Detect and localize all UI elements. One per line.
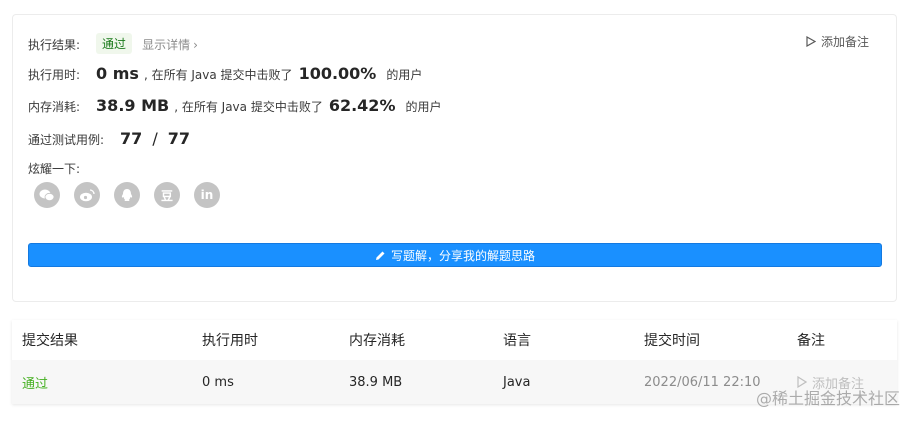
douban-icon[interactable]: 豆 — [154, 182, 180, 208]
qq-glyph — [121, 189, 133, 201]
show-details-link[interactable]: 显示详情 › — [142, 36, 198, 53]
table-header: 提交结果 执行用时 内存消耗 语言 提交时间 备注 — [12, 320, 897, 360]
row-runtime: 0 ms — [202, 374, 234, 390]
share-label: 炫耀一下: — [28, 162, 81, 176]
runtime-percent: 100.00% — [298, 64, 377, 83]
qq-icon[interactable] — [114, 182, 140, 208]
tests-label: 通过测试用例: — [28, 133, 105, 147]
memory-suffix: 的用户 — [405, 100, 442, 114]
linkedin-icon[interactable]: in — [194, 182, 220, 208]
runtime-value: 0 ms — [96, 64, 139, 83]
share-icons: 豆 in — [34, 182, 220, 208]
memory-percent: 62.42% — [328, 96, 396, 115]
memory-value: 38.9 MB — [96, 96, 170, 115]
header-memory: 内存消耗 — [349, 333, 405, 349]
header-time: 提交时间 — [644, 333, 700, 349]
chevron-right-icon: › — [193, 38, 198, 52]
header-note: 备注 — [797, 333, 825, 349]
tests-passed: 77 — [120, 129, 143, 148]
weibo-glyph — [80, 188, 95, 201]
runtime-label: 执行用时: — [28, 68, 81, 82]
result-row: 执行结果: 通过 显示详情 › — [28, 33, 198, 55]
row-status-link[interactable]: 通过 — [22, 360, 48, 404]
row-time: 2022/06/11 22:10 — [644, 374, 761, 390]
runtime-beat-text: , 在所有 Java 提交中击败了 — [143, 68, 293, 82]
tests-separator: / — [152, 129, 158, 148]
tests-row: 通过测试用例: 77 / 77 — [28, 129, 190, 148]
memory-beat-text: , 在所有 Java 提交中击败了 — [174, 100, 323, 114]
share-row: 炫耀一下: — [28, 160, 80, 177]
show-details-label: 显示详情 — [142, 38, 191, 52]
submission-result-card: 执行结果: 通过 显示详情 › 添加备注 执行用时: 0 ms , 在所有 Jav… — [12, 14, 897, 302]
memory-row: 内存消耗: 38.9 MB , 在所有 Java 提交中击败了 62.42% 的… — [28, 96, 441, 115]
row-memory: 38.9 MB — [349, 374, 403, 390]
write-solution-label: 写题解，分享我的解题思路 — [390, 248, 535, 263]
runtime-suffix: 的用户 — [386, 68, 423, 82]
write-solution-button[interactable]: 写题解，分享我的解题思路 — [28, 243, 882, 267]
watermark: @稀土掘金技术社区 — [755, 389, 900, 408]
header-runtime: 执行用时 — [202, 333, 258, 349]
header-status: 提交结果 — [22, 333, 78, 349]
add-note-button[interactable]: 添加备注 — [806, 33, 869, 50]
weibo-icon[interactable] — [74, 182, 100, 208]
wechat-icon[interactable] — [34, 182, 60, 208]
tests-total: 77 — [167, 129, 190, 148]
status-badge: 通过 — [96, 33, 133, 54]
wechat-glyph — [39, 189, 55, 201]
add-note-label: 添加备注 — [820, 35, 869, 49]
flag-icon — [806, 36, 816, 47]
header-language: 语言 — [503, 333, 531, 349]
row-language: Java — [503, 374, 531, 390]
memory-label: 内存消耗: — [28, 100, 81, 114]
pencil-icon — [375, 251, 385, 260]
result-label: 执行结果: — [28, 38, 81, 52]
runtime-row: 执行用时: 0 ms , 在所有 Java 提交中击败了 100.00% 的用户 — [28, 64, 422, 83]
